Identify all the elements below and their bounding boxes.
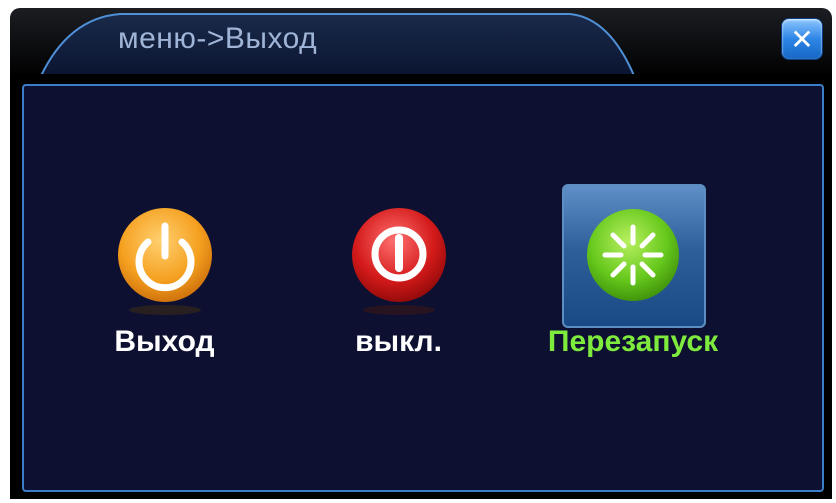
shutdown-icon [351,208,446,315]
shutdown-option[interactable]: выкл. [336,190,461,359]
shutdown-label: выкл. [355,325,442,358]
restart-icon [587,209,679,301]
power-icon [117,208,212,315]
title-tab [38,13,637,78]
exit-option[interactable]: Выход [102,190,227,359]
close-button[interactable]: ✕ [781,18,823,60]
restart-label: Перезапуск [547,325,719,358]
dialog-title: меню->Выход [118,22,318,55]
exit-label: Выход [114,325,215,358]
restart-option[interactable]: Перезапуск [518,190,748,359]
exit-dialog: меню->Выход ✕ Выход выкл. Перезапуск [0,0,836,503]
close-icon: ✕ [790,23,814,55]
